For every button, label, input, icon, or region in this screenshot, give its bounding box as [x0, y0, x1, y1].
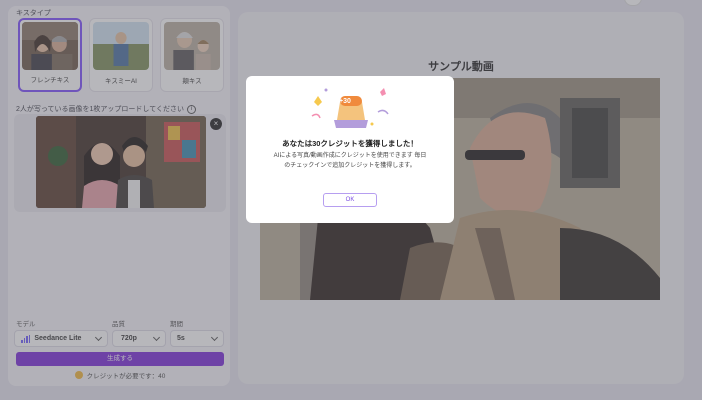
dialog-message: AIによる写真/動画作成にクレジットを使用できます 毎日のチェックインで追加クレ…: [273, 153, 427, 169]
credit-badge: +30: [339, 98, 351, 105]
dialog-title: あなたは30クレジットを獲得しました！: [282, 139, 418, 148]
ok-button[interactable]: OK: [323, 193, 377, 207]
credit-reward-illustration: +30: [306, 82, 396, 130]
credit-reward-dialog: +30 あなたは30クレジットを獲得しました！ AIによる写真/動画作成にクレジ…: [246, 76, 454, 223]
